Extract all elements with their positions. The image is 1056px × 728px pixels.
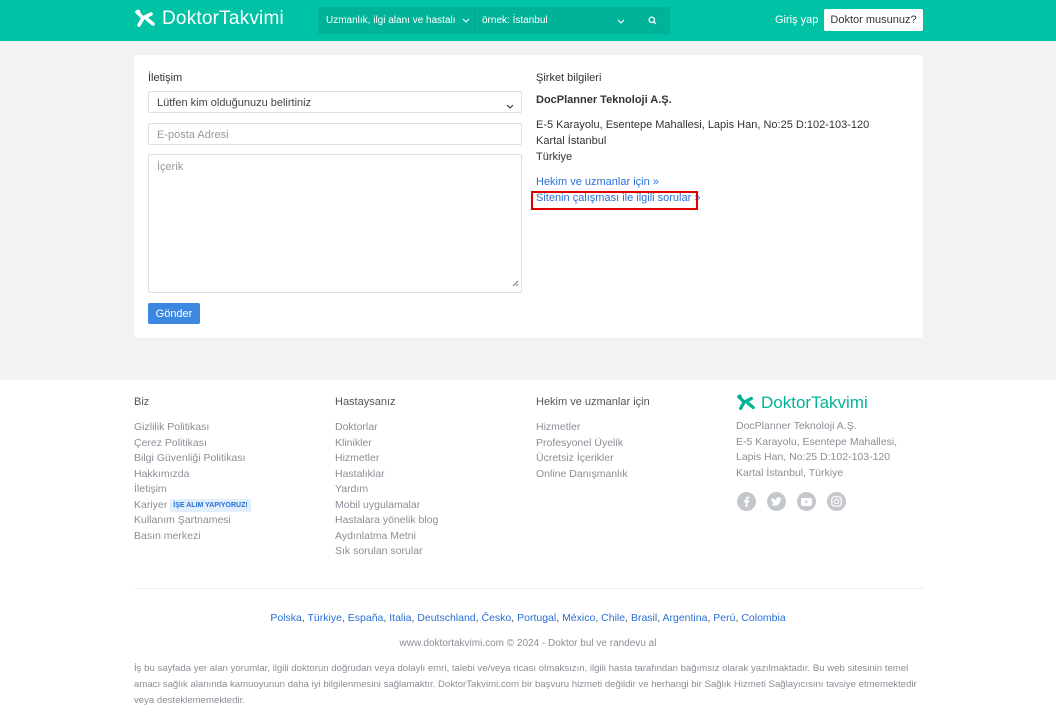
country-link[interactable]: España — [348, 612, 384, 624]
location-search-text: örnek: İstanbul — [482, 15, 548, 26]
footer-address-line: DocPlanner Teknoloji A.Ş. — [736, 420, 857, 432]
footer-link[interactable]: Hastalıklar — [335, 467, 438, 483]
company-info-title: Şirket bilgileri — [536, 72, 602, 84]
footer-link[interactable]: Hastalara yönelik blog — [335, 513, 438, 529]
twitter-icon[interactable] — [767, 492, 786, 511]
instagram-icon[interactable] — [827, 492, 846, 511]
facebook-icon[interactable] — [737, 492, 756, 511]
email-field[interactable]: E-posta Adresi — [148, 123, 522, 145]
country-link[interactable]: Colombia — [741, 612, 785, 624]
footer-link[interactable]: Mobil uygulamalar — [335, 498, 438, 514]
disclaimer: İş bu sayfada yer alan yorumlar, ilgili … — [134, 663, 917, 706]
social-links — [737, 492, 857, 511]
footer-link[interactable]: Online Danışmanlık — [536, 467, 650, 483]
top-header: DoktorTakvimi Uzmanlık, ilgi alanı ve ha… — [0, 0, 1056, 41]
footer-link[interactable]: Kullanım Şartnamesi — [134, 513, 251, 529]
footer-link[interactable]: Hakkımızda — [134, 467, 251, 483]
company-city: Kartal İstanbul — [536, 135, 607, 147]
footer-address: DocPlanner Teknoloji A.Ş. E-5 Karayolu, … — [736, 419, 897, 481]
logo-text: DoktorTakvimi — [162, 8, 284, 29]
country-link[interactable]: Deutschland — [417, 612, 475, 624]
footer-link[interactable]: Yardım — [335, 482, 438, 498]
footer-link[interactable]: İletişim — [134, 482, 251, 498]
footer-link[interactable]: Hizmetler — [536, 420, 650, 436]
logo-icon — [135, 9, 155, 27]
country-link[interactable]: Portugal — [517, 612, 556, 624]
footer-link[interactable]: Aydınlatma Metni — [335, 529, 438, 545]
search-bar: Uzmanlık, ilgi alanı ve hastalı örnek: İ… — [318, 7, 670, 34]
footer-link[interactable]: Klinikler — [335, 436, 438, 452]
who-are-you-select[interactable]: Lütfen kim olduğunuzu belirtiniz — [148, 91, 522, 113]
footer-link[interactable]: Ücretsiz İçerikler — [536, 451, 650, 467]
company-name: DocPlanner Teknoloji A.Ş. — [536, 94, 672, 106]
location-search-field[interactable]: örnek: İstanbul — [475, 7, 635, 34]
search-icon — [648, 16, 657, 25]
country-link[interactable]: México — [562, 612, 595, 624]
country-link[interactable]: Türkiye — [308, 612, 342, 624]
contact-card: İletişim Lütfen kim olduğunuzu belirtini… — [134, 55, 923, 338]
footer-link[interactable]: Basın merkezi — [134, 529, 251, 545]
footer-link[interactable]: Çerez Politikası — [134, 436, 251, 452]
submit-button[interactable]: Gönder — [148, 303, 200, 324]
footer-logo[interactable]: DoktorTakvimi — [736, 393, 868, 413]
contact-title: İletişim — [148, 72, 183, 84]
footer-logo-text: DoktorTakvimi — [761, 393, 868, 412]
chevron-down-icon — [617, 16, 625, 27]
footer-link[interactable]: Doktorlar — [335, 420, 438, 436]
footer-divider — [134, 588, 923, 589]
footer-col-doctors: Hekim ve uzmanlar için Hizmetler Profesy… — [536, 396, 650, 482]
footer-address-line: E-5 Karayolu, Esentepe Mahallesi, — [736, 435, 898, 448]
footer: Biz Gizlilik Politikası Çerez Politikası… — [0, 380, 1056, 728]
specialty-search-field[interactable]: Uzmanlık, ilgi alanı ve hastalı — [318, 7, 475, 34]
footer-link-careers[interactable]: Kariyer İŞE ALIM YAPIYORUZ! — [134, 498, 251, 514]
content-placeholder: İçerik — [157, 161, 184, 173]
footer-col-title: Hekim ve uzmanlar için — [536, 396, 650, 408]
are-you-doctor-button[interactable]: Doktor musunuz? — [824, 9, 923, 31]
search-button[interactable] — [635, 7, 670, 34]
highlight-box — [531, 191, 698, 210]
footer-link[interactable]: Hizmetler — [335, 451, 438, 467]
country-link[interactable]: Brasil — [631, 612, 657, 624]
copyright: www.doktortakvimi.com © 2024 - Doktor bu… — [399, 638, 657, 649]
footer-col-title: Biz — [134, 396, 150, 408]
footer-col-about: Biz Gizlilik Politikası Çerez Politikası… — [134, 396, 251, 544]
content-textarea[interactable]: İçerik — [148, 154, 522, 293]
footer-link[interactable]: Gizlilik Politikası — [134, 420, 251, 436]
resize-handle-icon[interactable] — [512, 278, 519, 290]
country-link[interactable]: Chile — [601, 612, 625, 624]
country-link[interactable]: Argentina — [662, 612, 707, 624]
footer-link[interactable]: Bilgi Güvenliği Politikası — [134, 451, 251, 467]
logo-icon — [737, 394, 755, 411]
footer-link[interactable]: Sık sorulan sorular — [335, 544, 438, 560]
country-link[interactable]: Polska — [270, 612, 302, 624]
company-country: Türkiye — [536, 151, 573, 163]
login-link[interactable]: Giriş yap — [775, 14, 818, 26]
country-link[interactable]: Česko — [482, 612, 512, 624]
hiring-badge: İŞE ALIM YAPIYORUZ! — [170, 498, 251, 512]
careers-label: Kariyer — [134, 498, 168, 511]
email-placeholder: E-posta Adresi — [157, 129, 229, 141]
who-are-you-select-value: Lütfen kim olduğunuzu belirtiniz — [157, 97, 312, 109]
footer-address-line: Kartal İstanbul, Türkiye — [736, 466, 844, 479]
chevron-down-icon — [462, 15, 470, 26]
chevron-down-icon — [506, 100, 514, 112]
footer-link[interactable]: Profesyonel Üyelik — [536, 436, 650, 452]
country-link[interactable]: Perú — [713, 612, 735, 624]
logo[interactable]: DoktorTakvimi — [134, 8, 284, 30]
youtube-icon[interactable] — [797, 492, 816, 511]
country-links: Polska, Türkiye, España, Italia, Deutsch… — [270, 612, 786, 624]
doctors-link[interactable]: Hekim ve uzmanlar için » — [536, 176, 659, 188]
company-address-line: E-5 Karayolu, Esentepe Mahallesi, Lapis … — [536, 119, 870, 131]
footer-col-title: Hastaysanız — [335, 396, 396, 408]
footer-address-line: Lapis Han, No:25 D:102-103-120 — [736, 451, 891, 463]
specialty-search-text: Uzmanlık, ilgi alanı ve hastalı — [326, 15, 456, 26]
country-link[interactable]: Italia — [389, 612, 411, 624]
footer-col-patients: Hastaysanız Doktorlar Klinikler Hizmetle… — [335, 396, 438, 560]
